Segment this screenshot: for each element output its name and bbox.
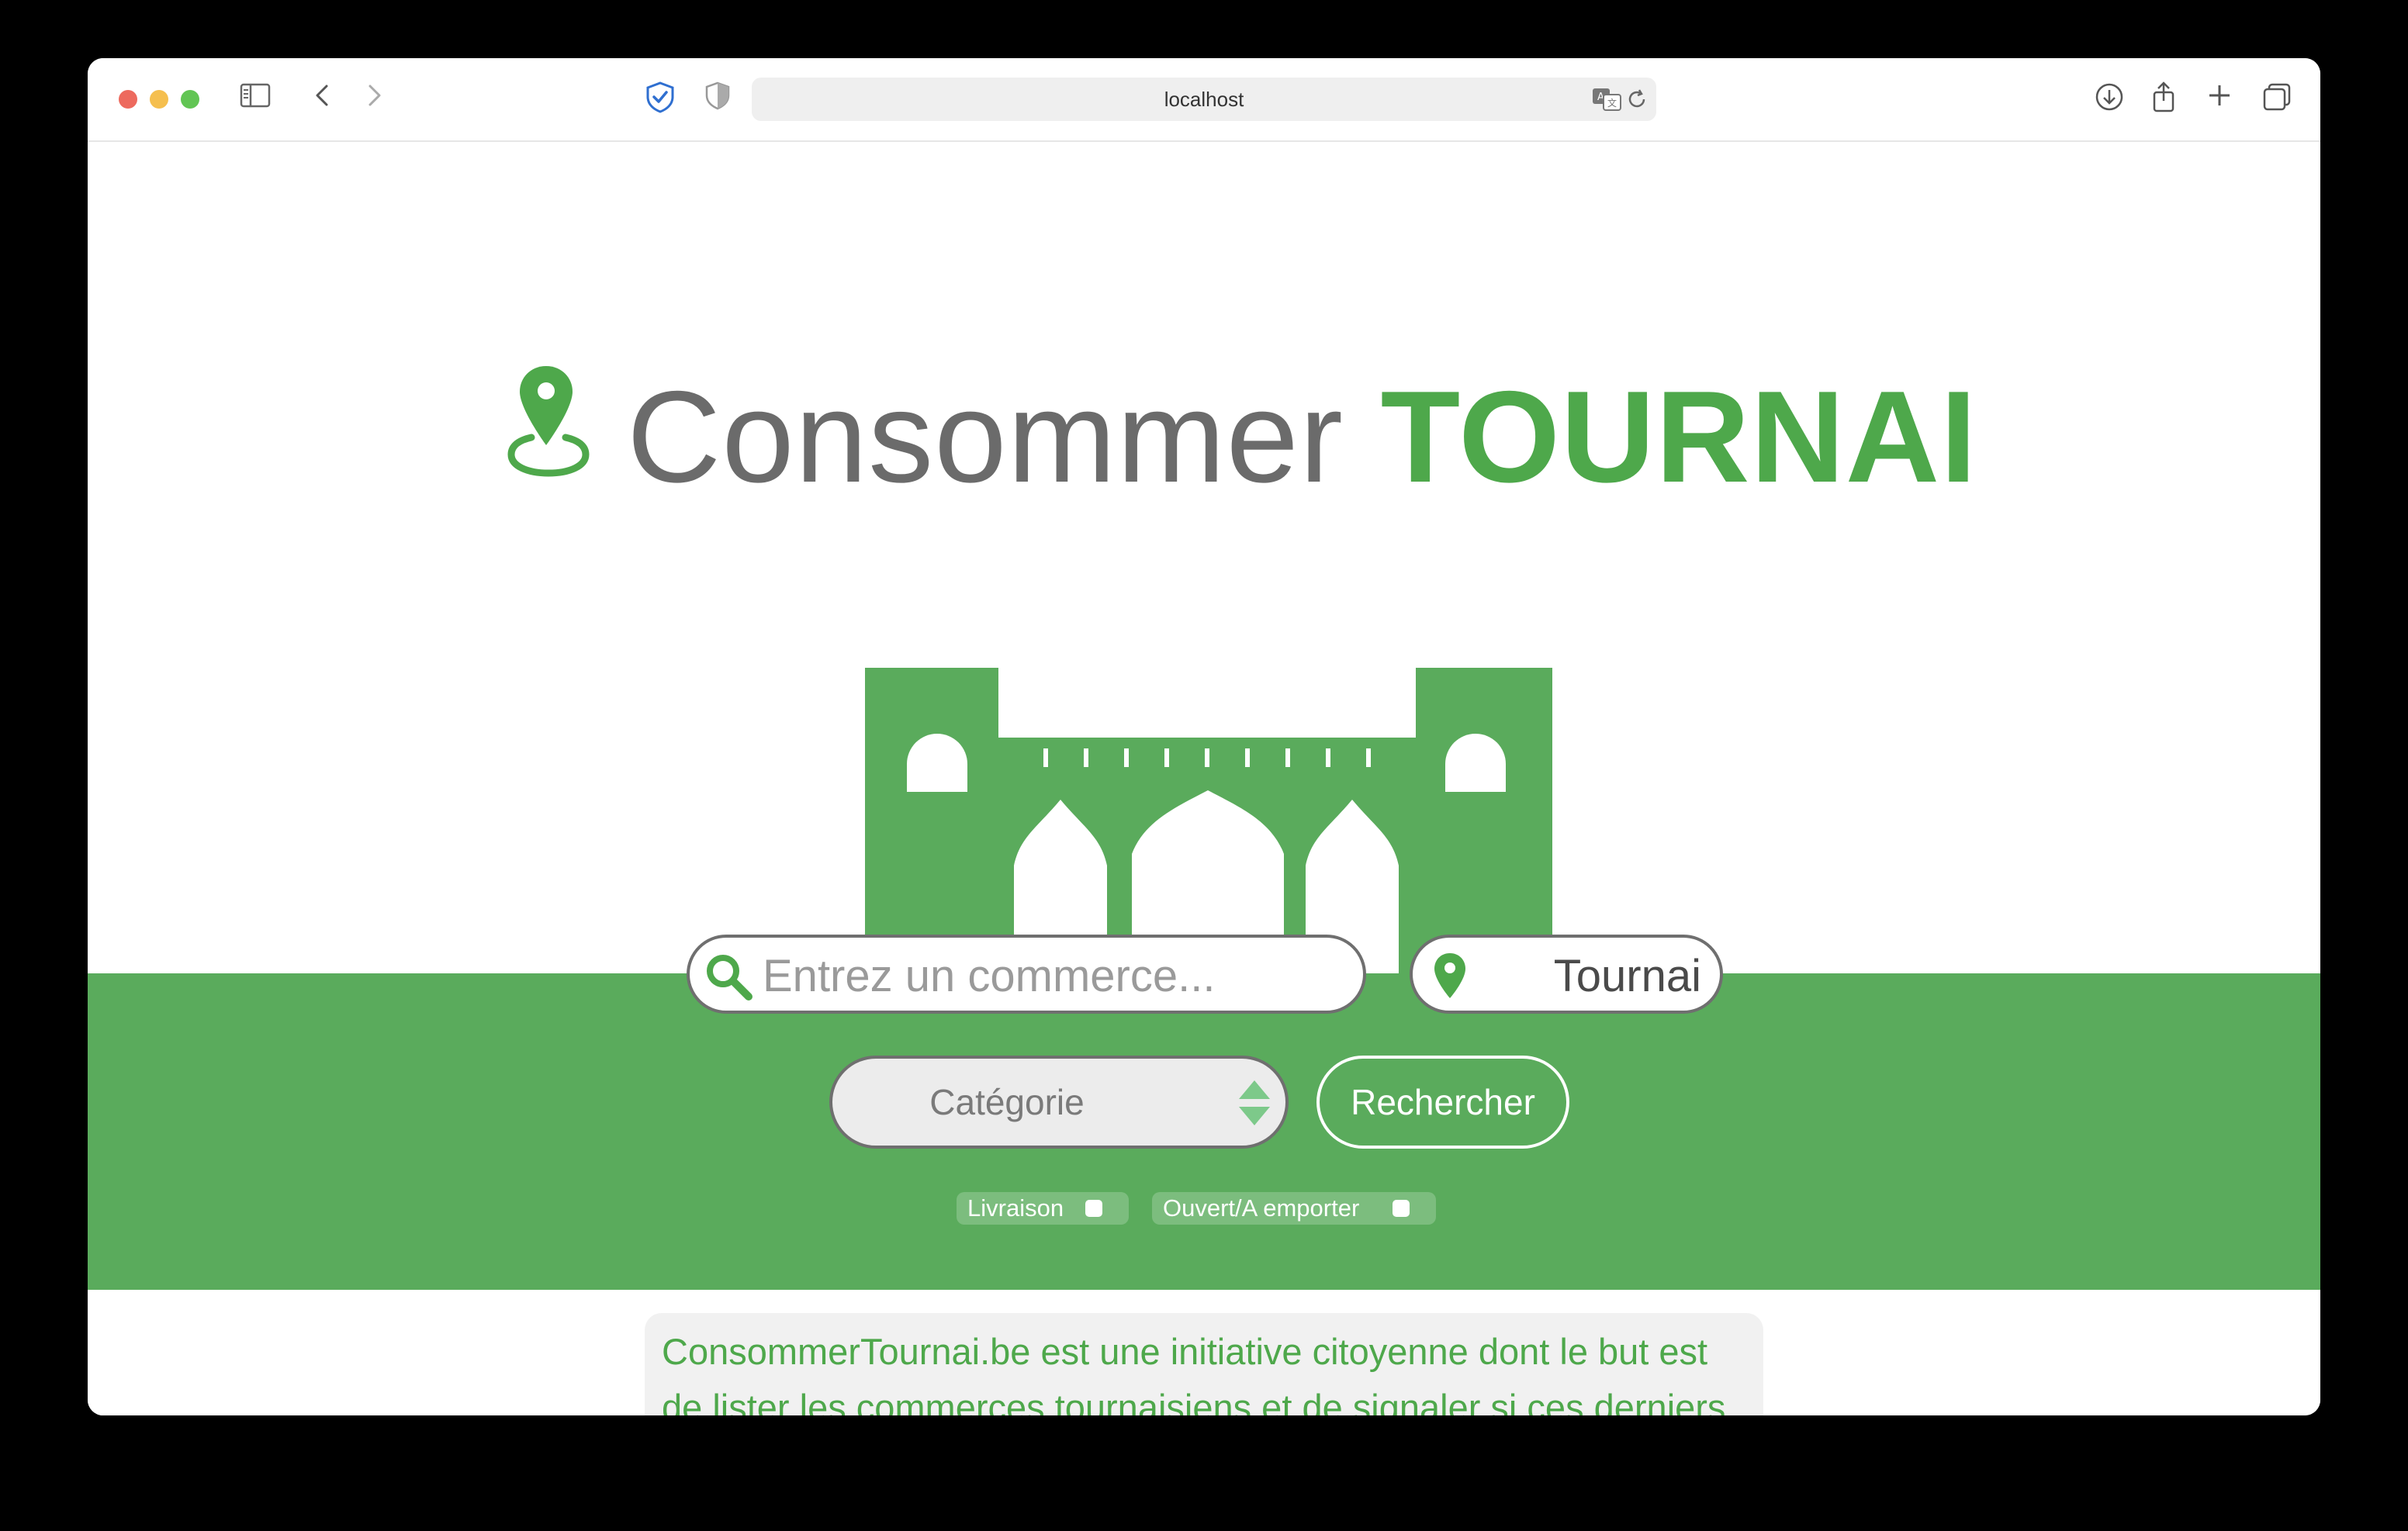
translate-icon[interactable]: A文: [1591, 85, 1622, 117]
open-takeaway-filter[interactable]: Ouvert/A emporter: [1152, 1192, 1436, 1225]
select-arrows-icon: [1236, 1077, 1273, 1132]
search-button[interactable]: Rechercher: [1316, 1056, 1569, 1149]
reload-icon[interactable]: [1625, 88, 1649, 115]
delivery-filter[interactable]: Livraison: [957, 1192, 1129, 1225]
location-pin-icon: [507, 363, 592, 483]
forward-icon[interactable]: [359, 80, 390, 115]
tabs-overview-icon[interactable]: [2260, 80, 2294, 118]
city-input[interactable]: [1498, 944, 1703, 1007]
delivery-filter-label: Livraison: [967, 1194, 1064, 1222]
shield-check-icon[interactable]: [643, 80, 677, 118]
category-select[interactable]: Catégorie: [829, 1056, 1289, 1149]
location-pin-icon: [1433, 952, 1467, 1005]
open-takeaway-filter-label: Ouvert/A emporter: [1163, 1194, 1360, 1222]
zoom-window-button[interactable]: [181, 90, 199, 109]
url-text: localhost: [1164, 88, 1244, 111]
site-title: Consommer TOURNAI: [627, 363, 1977, 510]
back-icon[interactable]: [306, 80, 337, 115]
web-page: Consommer TOURNAI Entrez un commerce... …: [88, 142, 2320, 1415]
svg-text:文: 文: [1607, 97, 1617, 109]
share-icon[interactable]: [2148, 80, 2179, 118]
city-field[interactable]: [1410, 935, 1723, 1014]
address-bar[interactable]: localhost A文: [752, 78, 1656, 121]
site-title-bold: TOURNAI: [1380, 364, 1977, 510]
site-title-light: Consommer: [627, 364, 1344, 510]
close-window-button[interactable]: [119, 90, 137, 109]
business-search-input[interactable]: [761, 944, 1338, 1007]
download-icon[interactable]: [2092, 80, 2126, 118]
site-logo[interactable]: Consommer TOURNAI: [507, 355, 2027, 510]
open-takeaway-checkbox[interactable]: [1393, 1200, 1410, 1217]
intro-panel: ConsommerTournai.be est une initiative c…: [645, 1313, 1763, 1415]
browser-window: localhost A文 Consommer TOURNAI Entrez un…: [88, 58, 2320, 1415]
category-select-value: Catégorie: [929, 1082, 1085, 1122]
business-search-field[interactable]: [687, 935, 1366, 1014]
minimize-window-button[interactable]: [150, 90, 168, 109]
browser-toolbar: localhost A文: [88, 58, 2320, 142]
new-tab-icon[interactable]: [2204, 80, 2235, 115]
delivery-checkbox[interactable]: [1085, 1200, 1102, 1217]
search-icon: [704, 952, 753, 1005]
sidebar-icon[interactable]: [240, 80, 271, 115]
intro-text: ConsommerTournai.be est une initiative c…: [662, 1331, 1726, 1415]
privacy-icon[interactable]: [702, 80, 733, 115]
